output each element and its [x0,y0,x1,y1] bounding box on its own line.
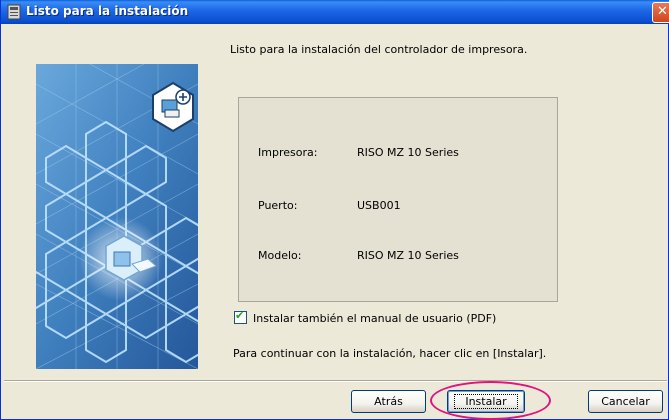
cancel-button[interactable]: Cancelar [588,390,663,413]
port-value: USB001 [357,199,401,212]
install-button[interactable]: Instalar [447,390,525,413]
port-label: Puerto: [258,199,298,212]
window-title: Listo para la instalación [26,4,189,18]
printer-info-panel: Impresora: RISO MZ 10 Series Puerto: USB… [238,97,558,302]
hexagon-pattern-image [36,64,198,369]
install-manual-label[interactable]: Instalar también el manual de usuario (P… [253,312,496,325]
footer-separator [4,380,667,382]
checkmark-icon: ✔ [235,309,245,322]
printer-label: Impresora: [258,146,318,159]
close-button[interactable]: ✕ [652,2,669,23]
installer-icon [7,4,21,20]
banner-image [36,64,198,369]
continue-instruction: Para continuar con la instalación, hacer… [233,347,547,360]
printer-value: RISO MZ 10 Series [357,146,459,159]
dialog-content: Listo para la instalación del controlado… [4,24,667,379]
install-manual-option[interactable]: ✔ Instalar también el manual de usuario … [234,309,496,325]
installer-window: Listo para la instalación ✕ Listo para l… [0,0,669,420]
install-button-label: Instalar [454,394,518,409]
install-manual-checkbox[interactable]: ✔ [234,309,247,324]
close-icon: ✕ [657,4,668,19]
model-value: RISO MZ 10 Series [357,249,459,262]
title-bar[interactable]: Listo para la instalación ✕ [1,0,669,24]
back-button[interactable]: Atrás [351,390,426,413]
model-label: Modelo: [258,249,302,262]
ready-heading: Listo para la instalación del controlado… [230,43,528,56]
